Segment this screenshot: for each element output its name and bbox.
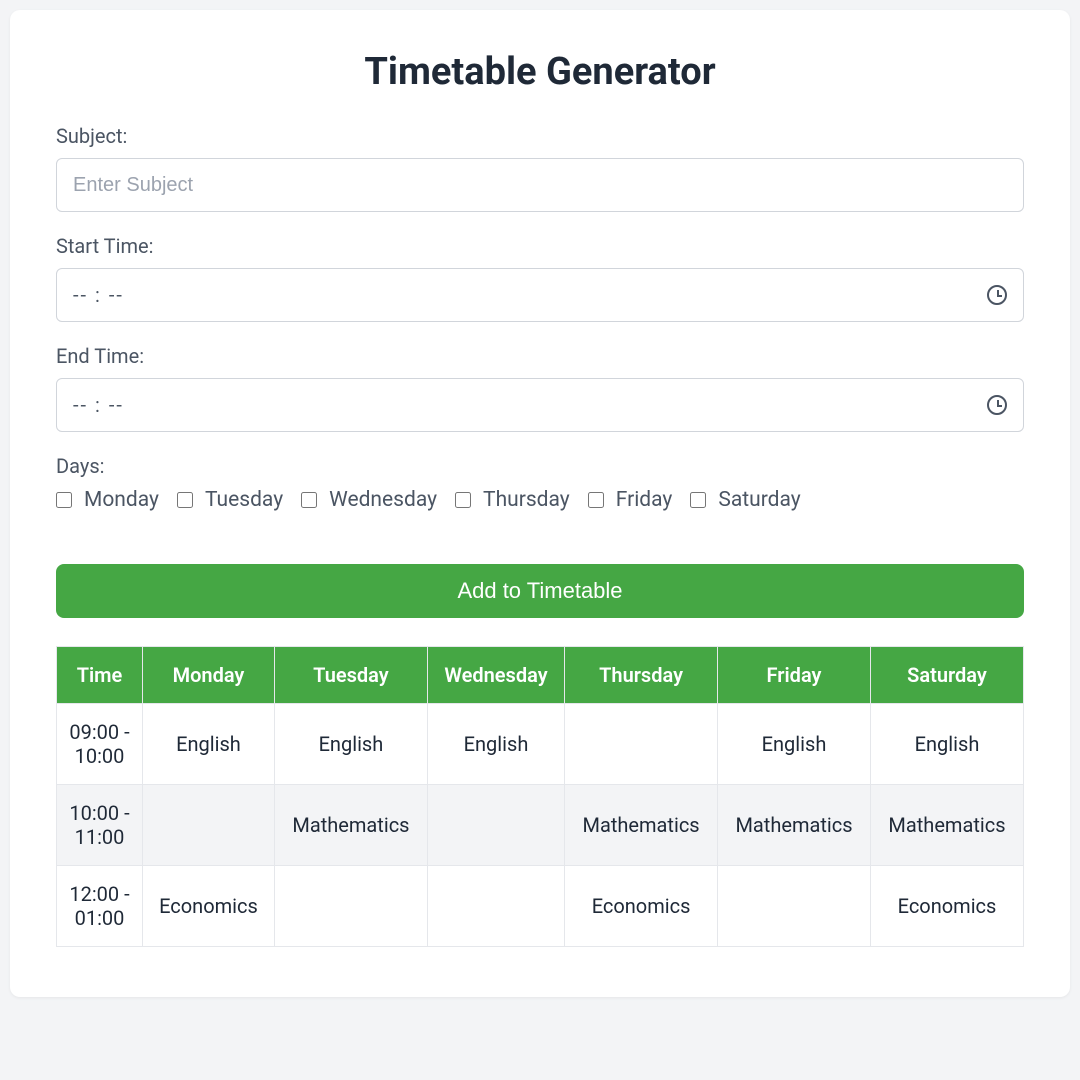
table-cell [427,866,564,947]
day-checkbox-wednesday[interactable] [301,492,317,508]
table-cell [274,866,427,947]
table-cell: Economics [870,866,1023,947]
end-time-label: End Time: [56,344,1024,368]
timetable: TimeMondayTuesdayWednesdayThursdayFriday… [56,646,1024,947]
day-option-saturday[interactable]: Saturday [690,488,800,512]
table-header-row: TimeMondayTuesdayWednesdayThursdayFriday… [57,647,1024,704]
day-checkbox-friday[interactable] [588,492,604,508]
day-label: Friday [616,488,673,512]
table-cell [718,866,871,947]
day-checkbox-monday[interactable] [56,492,72,508]
table-cell: Mathematics [870,785,1023,866]
table-header: Thursday [565,647,718,704]
clock-icon [987,285,1007,305]
day-checkbox-tuesday[interactable] [177,492,193,508]
table-header: Time [57,647,143,704]
start-time-label: Start Time: [56,234,1024,258]
table-cell: Economics [143,866,275,947]
table-cell: English [274,704,427,785]
day-option-tuesday[interactable]: Tuesday [177,488,283,512]
clock-icon [987,395,1007,415]
table-header: Friday [718,647,871,704]
table-row: 09:00 - 10:00EnglishEnglishEnglishEnglis… [57,704,1024,785]
table-cell: English [870,704,1023,785]
table-cell: Economics [565,866,718,947]
table-cell: English [718,704,871,785]
table-header: Tuesday [274,647,427,704]
time-cell: 09:00 - 10:00 [57,704,143,785]
table-cell: Mathematics [718,785,871,866]
table-cell [143,785,275,866]
start-time-placeholder: -- : -- [73,283,124,307]
day-label: Thursday [483,488,570,512]
subject-input[interactable] [56,158,1024,212]
table-body: 09:00 - 10:00EnglishEnglishEnglishEnglis… [57,704,1024,947]
day-checkbox-thursday[interactable] [455,492,471,508]
day-option-monday[interactable]: Monday [56,488,159,512]
day-label: Saturday [718,488,800,512]
table-header: Saturday [870,647,1023,704]
day-checkbox-saturday[interactable] [690,492,706,508]
start-time-group: Start Time: -- : -- [56,234,1024,322]
table-cell: Mathematics [565,785,718,866]
time-cell: 12:00 - 01:00 [57,866,143,947]
table-row: 10:00 - 11:00MathematicsMathematicsMathe… [57,785,1024,866]
subject-label: Subject: [56,124,1024,148]
days-row: Monday Tuesday Wednesday Thursday Friday Satu… [56,488,1024,512]
table-cell: English [143,704,275,785]
table-header: Monday [143,647,275,704]
day-label: Wednesday [329,488,437,512]
timetable-card: Timetable Generator Subject: Start Time:… [10,10,1070,997]
end-time-placeholder: -- : -- [73,393,124,417]
table-cell [565,704,718,785]
subject-group: Subject: [56,124,1024,212]
days-label: Days: [56,454,1024,478]
table-header: Wednesday [427,647,564,704]
table-row: 12:00 - 01:00EconomicsEconomicsEconomics [57,866,1024,947]
time-cell: 10:00 - 11:00 [57,785,143,866]
table-cell: English [427,704,564,785]
end-time-input[interactable]: -- : -- [56,378,1024,432]
day-label: Tuesday [205,488,283,512]
start-time-input[interactable]: -- : -- [56,268,1024,322]
table-cell [427,785,564,866]
day-option-friday[interactable]: Friday [588,488,673,512]
add-to-timetable-button[interactable]: Add to Timetable [56,564,1024,618]
end-time-group: End Time: -- : -- [56,344,1024,432]
days-group: Days: Monday Tuesday Wednesday Thursday Frid… [56,454,1024,512]
day-option-wednesday[interactable]: Wednesday [301,488,437,512]
page-title: Timetable Generator [56,50,1024,94]
table-cell: Mathematics [274,785,427,866]
day-option-thursday[interactable]: Thursday [455,488,570,512]
day-label: Monday [84,488,159,512]
